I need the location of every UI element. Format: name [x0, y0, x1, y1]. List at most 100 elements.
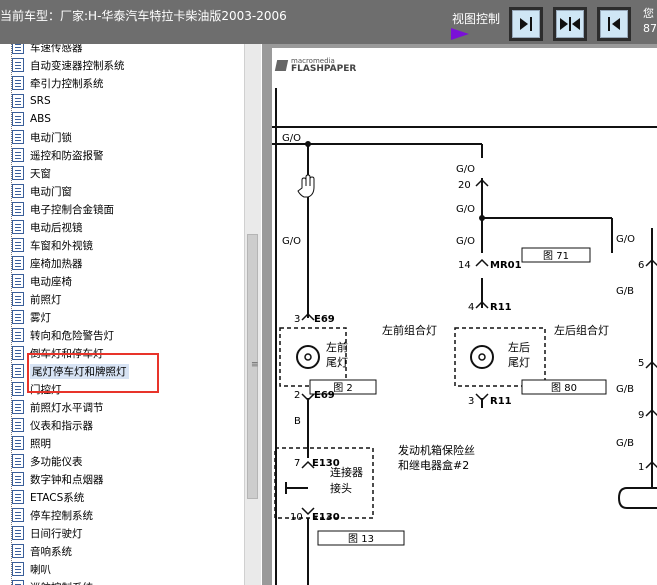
svg-text:发动机箱保险丝: 发动机箱保险丝 — [398, 443, 475, 457]
svg-text:尾灯: 尾灯 — [508, 356, 530, 369]
tree-item-label: 电动门锁 — [30, 131, 72, 144]
svg-text:左后组合灯: 左后组合灯 — [554, 323, 609, 337]
document-icon — [12, 94, 24, 108]
view-split-button[interactable] — [553, 7, 587, 41]
document-viewer[interactable]: macromedia FLASHPAPER G/O G/O B G/O G/O … — [262, 44, 657, 585]
svg-text:R11: R11 — [490, 396, 512, 407]
svg-text:3: 3 — [468, 396, 474, 407]
svg-text:E69: E69 — [314, 390, 335, 401]
tree-item[interactable]: 音响系统 — [12, 542, 72, 560]
tree-item[interactable]: 喇叭 — [12, 560, 51, 578]
svg-text:图 71: 图 71 — [543, 250, 569, 262]
svg-text:G/B: G/B — [616, 438, 634, 449]
view-collapse-right-button[interactable] — [597, 7, 631, 41]
document-icon — [12, 454, 24, 468]
tree-item-label: 电动后视镜 — [30, 221, 83, 234]
tree-item[interactable]: 雾灯 — [12, 308, 51, 326]
document-icon — [12, 508, 24, 522]
tree-item-label: 喇叭 — [30, 563, 51, 576]
svg-text:MR01: MR01 — [490, 260, 522, 271]
svg-text:1: 1 — [638, 462, 644, 473]
document-icon — [12, 490, 24, 504]
document-icon — [12, 130, 24, 144]
diagram-page: macromedia FLASHPAPER G/O G/O B G/O G/O … — [272, 48, 657, 585]
tree-item[interactable]: 电动门锁 — [12, 128, 72, 146]
tree-item[interactable]: 天窗 — [12, 164, 51, 182]
tree-item-label: 日间行驶灯 — [30, 527, 83, 540]
svg-text:G/B: G/B — [616, 286, 634, 297]
tree-item-label: 遥控和防盗报警 — [30, 149, 104, 162]
svg-text:R11: R11 — [490, 302, 512, 313]
document-icon — [12, 58, 24, 72]
tree-item[interactable]: 停车控制系统 — [12, 506, 93, 524]
tree-item-label: 转向和危险警告灯 — [30, 329, 114, 342]
tree-item[interactable]: 仪表和指示器 — [12, 416, 93, 434]
svg-text:5: 5 — [638, 358, 644, 369]
tree-item[interactable]: 电动座椅 — [12, 272, 72, 290]
svg-text:4: 4 — [468, 302, 474, 313]
tree-item[interactable]: 转向和危险警告灯 — [12, 326, 114, 344]
document-icon — [12, 166, 24, 180]
tree-item-label: 仪表和指示器 — [30, 419, 93, 432]
tree-scrollbar[interactable]: ≡ — [244, 44, 261, 585]
tree-item[interactable]: 座椅加热器 — [12, 254, 83, 272]
svg-text:连接器: 连接器 — [330, 466, 363, 479]
svg-text:7: 7 — [294, 458, 300, 469]
tree-item[interactable]: 车窗和外视镜 — [12, 236, 93, 254]
document-icon — [12, 580, 24, 585]
tree-item[interactable]: 数字钟和点烟器 — [12, 470, 104, 488]
svg-text:6: 6 — [638, 260, 644, 271]
document-icon — [12, 148, 24, 162]
tree-item[interactable]: 遥控和防盗报警 — [12, 146, 104, 164]
svg-text:14: 14 — [458, 260, 471, 271]
tree-item[interactable]: 前照灯 — [12, 290, 62, 308]
tree-item[interactable]: 电子控制合金镜面 — [12, 200, 114, 218]
tree-item-label: 多功能仪表 — [30, 455, 83, 468]
tree-item-label: ETACS系统 — [30, 491, 85, 504]
document-icon — [12, 112, 24, 126]
tree-item-label: 前照灯 — [30, 293, 62, 306]
arrow-left-bar-icon — [600, 10, 628, 38]
tree-item[interactable]: 自动变速器控制系统 — [12, 56, 125, 74]
document-icon — [12, 436, 24, 450]
svg-text:20: 20 — [458, 180, 471, 191]
tree-item-label: 停车控制系统 — [30, 509, 93, 522]
tree-item[interactable]: 前照灯水平调节 — [12, 398, 104, 416]
tree-item[interactable]: SRS — [12, 92, 51, 110]
tree-item[interactable]: 车速传感器 — [12, 44, 83, 56]
svg-text:E69: E69 — [314, 314, 335, 325]
document-icon — [12, 562, 24, 576]
svg-text:G/O: G/O — [456, 204, 475, 215]
tree-item[interactable]: 电动门窗 — [12, 182, 72, 200]
tree-item[interactable]: ABS — [12, 110, 51, 128]
svg-text:尾灯: 尾灯 — [326, 356, 348, 369]
tree-item-label: 牵引力控制系统 — [30, 77, 104, 90]
svg-text:E130: E130 — [312, 512, 340, 523]
tree-item-label: 座椅加热器 — [30, 257, 83, 270]
tree-item-label: SRS — [30, 95, 51, 107]
document-icon — [12, 310, 24, 324]
split-arrows-icon — [556, 10, 584, 38]
left-front-tail-lamp-icon — [296, 345, 320, 369]
tree-item-label: 天窗 — [30, 167, 51, 180]
tree-item[interactable]: 日间行驶灯 — [12, 524, 83, 542]
system-tree: 车速传感器 自动变速器控制系统牵引力控制系统 SRS ABS 电动门锁遥控和防盗报警 天窗… — [0, 44, 244, 585]
svg-text:9: 9 — [638, 410, 644, 421]
scrollbar-thumb[interactable]: ≡ — [247, 234, 259, 499]
tree-item[interactable]: 牵引力控制系统 — [12, 74, 104, 92]
tree-item[interactable]: 照明 — [12, 434, 51, 452]
document-icon — [12, 472, 24, 486]
selection-highlight-box — [27, 353, 159, 393]
tree-item[interactable]: ETACS系统 — [12, 488, 84, 506]
view-collapse-left-button[interactable] — [509, 7, 543, 41]
document-icon — [12, 238, 24, 252]
tree-item-label: 电子控制合金镜面 — [30, 203, 114, 216]
svg-text:G/B: G/B — [616, 384, 634, 395]
svg-text:3: 3 — [294, 314, 300, 325]
tree-item[interactable]: 电动后视镜 — [12, 218, 83, 236]
svg-text:G/O: G/O — [616, 234, 635, 245]
document-icon — [12, 44, 24, 54]
tree-item[interactable]: 多功能仪表 — [12, 452, 83, 470]
tree-item[interactable]: 巡航控制系统 — [12, 578, 93, 585]
document-icon — [12, 346, 24, 360]
